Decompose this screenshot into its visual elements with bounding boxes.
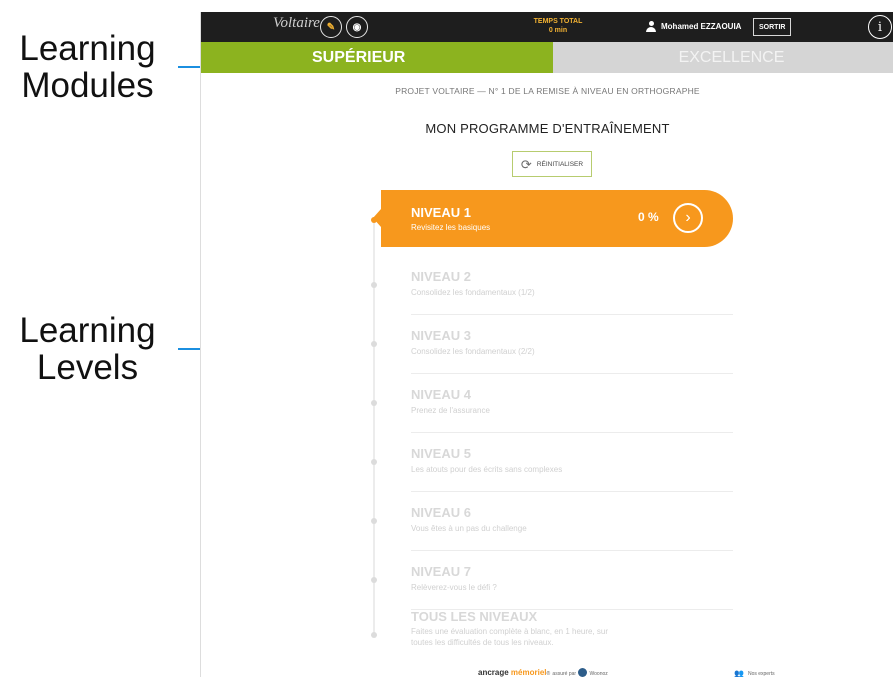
level-name: NIVEAU 4 (411, 387, 471, 402)
level-description: Faites une évaluation complète à blanc, … (411, 627, 609, 647)
ancrage-text: ancrage (478, 668, 509, 677)
tab-superieur[interactable]: SUPÉRIEUR (201, 42, 553, 73)
annotation-levels-line2: Levels (36, 348, 139, 387)
level-item-2[interactable]: NIVEAU 2 Consolidez les fondamentaux (1/… (371, 256, 733, 315)
footer: ancrage mémoriel® assuré par Woonoz 👥 No… (201, 668, 893, 677)
annotation-levels: Learning Levels (0, 312, 175, 386)
level-name: TOUS LES NIVEAUX (411, 609, 538, 624)
level-dot (371, 459, 377, 465)
woonoz-text: Woonoz (589, 671, 608, 677)
level-description: Revisitez les basiques (411, 223, 491, 232)
level-name: NIVEAU 7 (411, 564, 471, 579)
level-item-6[interactable]: NIVEAU 6 Vous êtes à un pas du challenge (371, 492, 733, 551)
level-name: NIVEAU 3 (411, 328, 471, 343)
user-icon (646, 21, 656, 32)
level-item-4[interactable]: NIVEAU 4 Prenez de l'assurance (371, 374, 733, 433)
annotation-levels-line1: Learning (19, 311, 156, 350)
level-description: Consolidez les fondamentaux (2/2) (411, 347, 535, 356)
assure-par-text: assuré par (552, 671, 577, 677)
info-icon[interactable]: i (868, 15, 892, 39)
total-time: TEMPS TOTAL 0 min (513, 17, 603, 35)
level-item-5[interactable]: NIVEAU 5 Les atouts pour des écrits sans… (371, 433, 733, 492)
woonoz-logo-icon (578, 668, 588, 677)
level-item-1[interactable]: NIVEAU 1 Revisitez les basiques 0 % › (373, 190, 733, 247)
level-dot (371, 341, 377, 347)
app-window: Voltaire ✎ ◉ TEMPS TOTAL 0 min Mohamed E… (200, 12, 893, 677)
reset-button[interactable]: ⟳ RÉINITIALISER (512, 151, 592, 177)
user-info: Mohamed EZZAOUIA (646, 21, 741, 32)
level-name: NIVEAU 5 (411, 446, 471, 461)
level-description: Relèverez-vous le défi ? (411, 583, 497, 592)
level-item-3[interactable]: NIVEAU 3 Consolidez les fondamentaux (2/… (371, 315, 733, 374)
level-dot (371, 518, 377, 524)
level-description: Vous êtes à un pas du challenge (411, 524, 527, 533)
level-description: Les atouts pour des écrits sans complexe… (411, 465, 563, 474)
people-icon: 👥 (734, 669, 744, 677)
level-dot (371, 400, 377, 406)
memoriel-text: mémoriel (510, 668, 547, 677)
level-item-all[interactable]: TOUS LES NIVEAUX Faites une évaluation c… (371, 602, 733, 662)
level-name: NIVEAU 1 (411, 205, 471, 220)
user-name: Mohamed EZZAOUIA (661, 22, 742, 31)
level-dot (371, 282, 377, 288)
top-bar: Voltaire ✎ ◉ TEMPS TOTAL 0 min Mohamed E… (201, 12, 893, 42)
page-subtitle: PROJET VOLTAIRE — N° 1 DE LA REMISE À NI… (395, 86, 700, 96)
chevron-right-icon[interactable]: › (673, 203, 703, 233)
edit-icon[interactable]: ✎ (320, 16, 342, 38)
total-time-value: 0 min (548, 27, 568, 34)
total-time-label: TEMPS TOTAL (533, 18, 583, 25)
experts-link[interactable]: 👥 Nos experts (734, 669, 775, 677)
registered-mark: ® (546, 671, 551, 677)
logout-button[interactable]: SORTIR (753, 18, 792, 36)
active-level-dot (371, 217, 377, 223)
voltaire-logo[interactable]: Voltaire (273, 15, 320, 32)
annotation-modules: Learning Modules (0, 30, 175, 104)
tab-excellence[interactable]: EXCELLENCE (553, 42, 893, 73)
annotation-modules-line2: Modules (21, 66, 154, 105)
annotation-modules-line1: Learning (19, 29, 156, 68)
level-dot (371, 577, 377, 583)
level-name: NIVEAU 6 (411, 505, 471, 520)
level-description: Consolidez les fondamentaux (1/2) (411, 288, 535, 297)
level-description: Prenez de l'assurance (411, 406, 490, 415)
ancrage-memoriel-link[interactable]: ancrage mémoriel® assuré par Woonoz (478, 668, 608, 677)
level-progress: 0 % (638, 210, 659, 224)
page-title: MON PROGRAMME D'ENTRAÎNEMENT (425, 121, 670, 136)
level-name: NIVEAU 2 (411, 269, 471, 284)
eye-icon[interactable]: ◉ (346, 16, 368, 38)
reset-label: RÉINITIALISER (536, 160, 584, 168)
refresh-icon: ⟳ (520, 156, 532, 172)
level-dot (371, 632, 377, 638)
experts-label: Nos experts (747, 670, 775, 677)
module-tabs: SUPÉRIEUR EXCELLENCE (201, 42, 893, 73)
